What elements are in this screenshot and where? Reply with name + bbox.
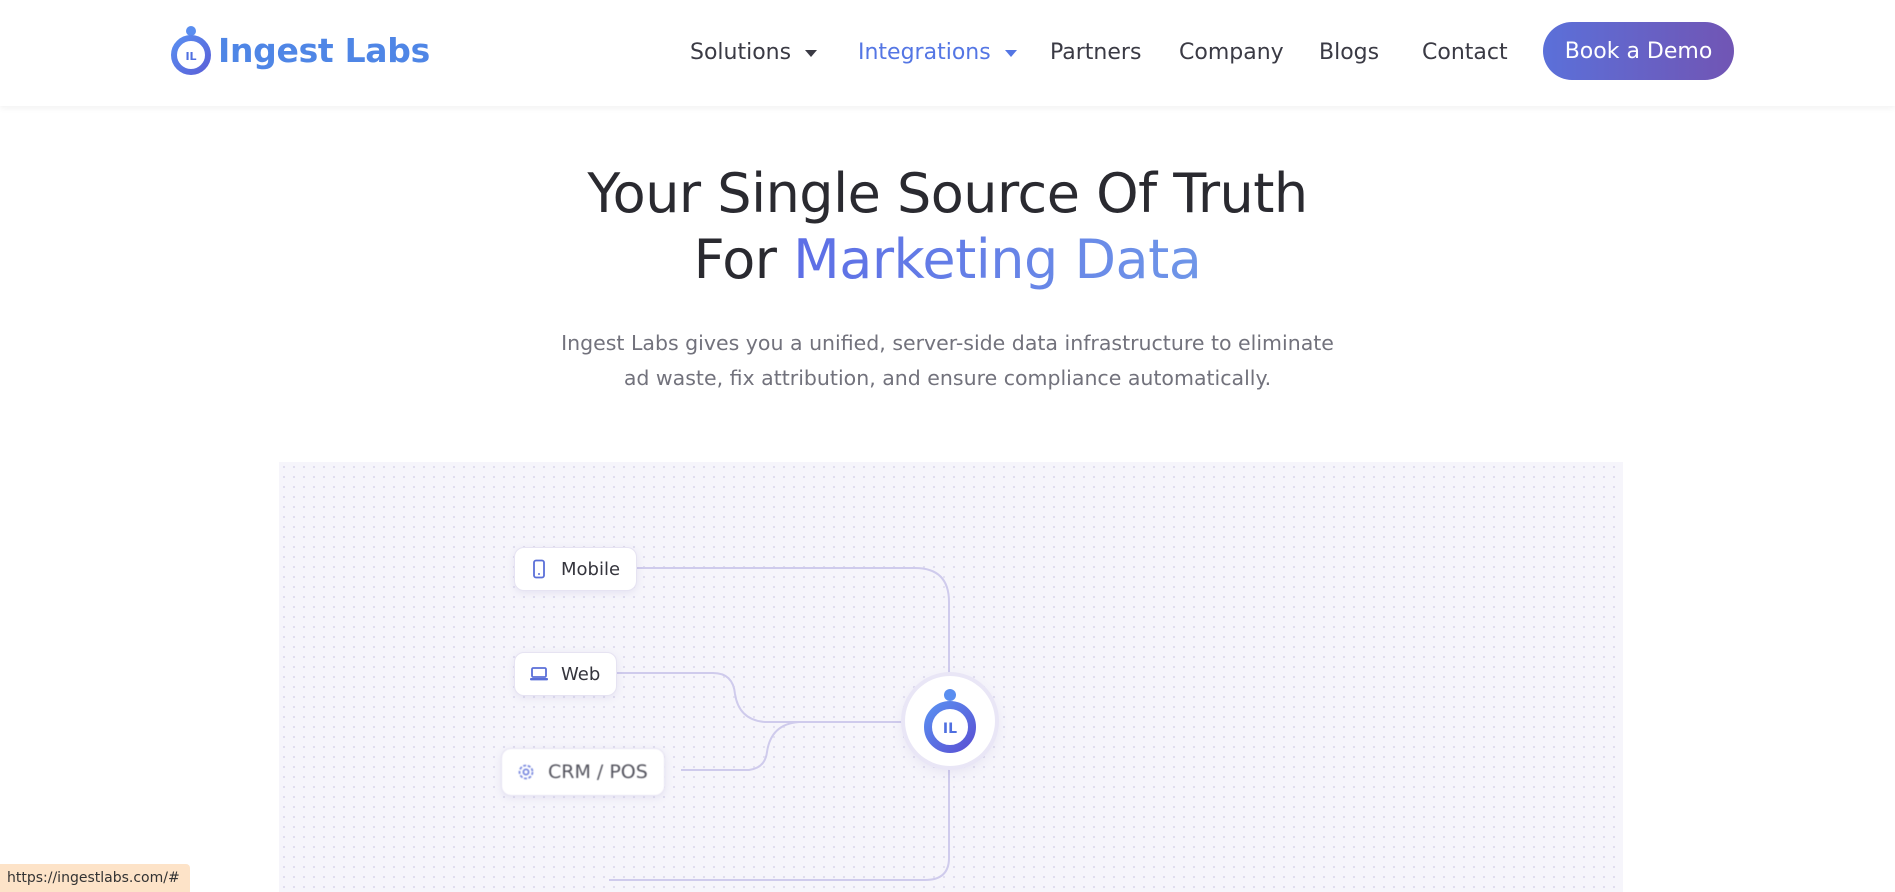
laptop-icon xyxy=(530,667,548,681)
logo-text: Ingest Labs xyxy=(218,30,430,70)
chevron-down-icon xyxy=(1004,49,1017,57)
source-label-mobile: Mobile xyxy=(561,558,621,580)
connector-web xyxy=(615,672,905,723)
connector-crm xyxy=(681,721,800,771)
nav-partners-label: Partners xyxy=(1050,39,1142,65)
source-label-crm-pos: CRM / POS xyxy=(548,761,648,783)
mobile-icon xyxy=(533,559,545,579)
nav-blogs-label: Blogs xyxy=(1319,39,1380,65)
gear-icon xyxy=(518,764,534,780)
nav-integrations[interactable]: Integrations xyxy=(858,30,1017,74)
nav-integrations-label: Integrations xyxy=(858,39,991,65)
nav-contact[interactable]: Contact xyxy=(1422,30,1508,74)
nav-solutions[interactable]: Solutions xyxy=(690,30,818,74)
source-label-web: Web xyxy=(561,663,601,685)
source-node-mobile: Mobile xyxy=(514,547,638,591)
hero-subtitle-line1: Ingest Labs gives you a unified, server-… xyxy=(561,331,1334,355)
hero-title-line1: Your Single Source Of Truth xyxy=(587,162,1308,225)
nav-solutions-label: Solutions xyxy=(690,39,792,65)
book-demo-button[interactable]: Book a Demo xyxy=(1543,22,1734,80)
hero-title-highlight: Marketing Data xyxy=(793,228,1202,291)
hub-logo-icon: IL xyxy=(924,689,976,753)
svg-text:IL: IL xyxy=(185,50,196,63)
nav-blogs[interactable]: Blogs xyxy=(1319,30,1379,74)
hero-subtitle-line2: ad waste, fix attribution, and ensure co… xyxy=(623,366,1272,390)
chevron-down-icon xyxy=(805,49,818,57)
logo-link[interactable]: IL Ingest Labs xyxy=(170,24,430,76)
logo-mark-icon: IL xyxy=(171,26,211,75)
nav-contact-label: Contact xyxy=(1422,39,1508,65)
site-header: IL Ingest Labs Solutions Integrations Pa… xyxy=(0,0,1895,106)
nav-company-label: Company xyxy=(1179,39,1284,65)
source-node-web: Web xyxy=(514,652,618,696)
status-bar-url: https://ingestlabs.com/# xyxy=(0,864,190,892)
connector-mobile xyxy=(633,567,950,676)
hero-title-line2: For Marketing Data xyxy=(0,228,1895,291)
svg-text:IL: IL xyxy=(943,721,957,737)
source-node-crm-pos: CRM / POS xyxy=(501,748,665,796)
hero-title-prefix: For xyxy=(693,228,794,291)
hub-node: IL xyxy=(905,676,995,766)
nav-company[interactable]: Company xyxy=(1179,30,1284,74)
nav-partners[interactable]: Partners xyxy=(1050,30,1141,74)
data-flow-diagram: Mobile Web CRM / POS IL xyxy=(279,462,1623,892)
